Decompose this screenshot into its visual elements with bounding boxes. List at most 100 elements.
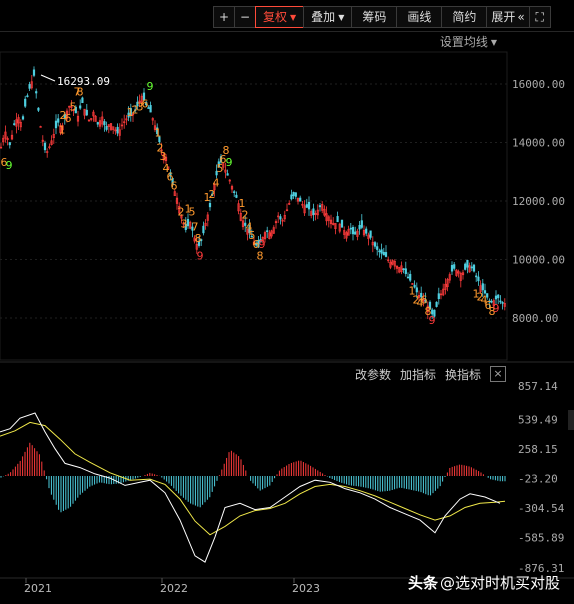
candle-body [406,276,410,279]
candle-body [28,84,31,89]
candle-body [358,224,361,230]
scroll-handle[interactable] [568,410,574,430]
td-sequence-label: 9 [429,314,436,327]
candle-body [354,231,357,235]
td-sequence-label: 8 [257,250,264,263]
td-sequence-label: 2 [209,188,216,201]
macd-tick-label: -585.89 [518,532,564,545]
candle-body [116,126,119,134]
macd-tick-label: 539.49 [518,413,558,426]
candle-body [279,216,282,220]
candle-body [378,250,381,253]
td-sequence-label: 1 [59,124,66,137]
candle-body [35,91,38,94]
candle-body [349,227,352,230]
candle-body [318,205,322,208]
candle-body [305,204,308,208]
candle-body [494,295,498,300]
candle-body [226,173,229,176]
year-label: 2022 [160,582,188,595]
td-sequence-label: 1 [155,127,162,140]
candle-body [466,260,469,268]
td-sequence-label: 8 [195,232,202,245]
candle-body [79,105,82,109]
toutiao-logo: 头条 [408,574,439,592]
candle-body [415,287,418,293]
td-sequence-label: 9 [197,250,204,263]
candle-body [369,230,372,238]
candle-body [96,122,99,125]
candle-body [299,197,302,202]
candle-body [470,266,473,269]
candle-body [32,69,36,76]
candle-body [437,293,440,299]
candle-body [382,251,385,256]
year-label: 2021 [24,582,52,595]
add-indicator-button[interactable]: 加指标 [400,366,436,383]
watermark: 头条 @选对时机买对股 [408,572,560,593]
candle-body [149,105,152,113]
peak-pointer-line [40,74,56,82]
candle-body [409,273,412,281]
chart-canvas[interactable]: 69265781123691234662315789124568912456 98… [0,0,574,604]
candle-body [376,246,379,250]
candle-body [8,142,11,146]
candle-body [290,194,293,200]
candle-body [233,191,236,193]
candle-body [85,109,88,116]
td-sequence-label: 9 [493,302,500,315]
candle-body [477,276,480,282]
candle-body [351,227,355,235]
td-sequence-label: 5 [70,100,77,113]
switch-indicator-button[interactable]: 换指标 [445,366,481,383]
macd-tick-label: -304.54 [518,502,565,515]
td-sequence-label: 9 [226,156,233,169]
candle-body [235,194,238,198]
macd-tick-label: 857.14 [518,380,558,393]
watermark-text: @选对时机买对股 [440,574,561,592]
candle-body [307,201,311,210]
candle-body [266,230,269,232]
candle-body [43,142,47,151]
candle-body [464,263,467,270]
candle-body [202,225,205,234]
candle-body [294,192,297,197]
peak-value-label: 16293.09 [57,75,110,88]
candle-body [54,120,58,129]
candle-body [453,264,456,269]
candle-body [37,107,40,111]
candle-body [384,252,388,257]
td-sequence-label: 6 [65,112,72,125]
candle-body [501,302,504,304]
candle-body [499,300,502,303]
candle-body [475,275,478,278]
price-tick-label: 8000.00 [512,312,558,325]
td-sequence-label: 9 [6,159,13,172]
candle-body [21,116,25,120]
candle-body [103,121,106,126]
candle-body [292,192,295,197]
close-icon[interactable]: × [490,366,506,382]
candle-body [402,268,405,271]
candle-body [105,126,108,130]
year-label: 2023 [292,582,320,595]
price-tick-label: 16000.00 [512,78,565,91]
td-sequence-label: 3 [181,217,188,230]
candle-body [472,264,476,272]
change-params-button[interactable]: 改参数 [355,366,391,383]
candle-body [497,294,500,299]
candle-body [373,242,377,247]
price-tick-label: 12000.00 [512,195,565,208]
td-sequence-label: 6 [171,179,178,192]
candle-body [365,228,368,234]
candle-body [336,216,339,223]
macd-tick-label: -23.20 [518,472,558,485]
candle-body [26,95,29,98]
candle-body [481,283,484,291]
td-sequence-label: 4 [213,176,220,189]
candle-body [340,219,344,228]
td-sequence-label: 5 [189,206,196,219]
price-tick-label: 14000.00 [512,137,565,150]
td-sequence-label: 9 [147,80,154,93]
candle-body [24,98,27,107]
